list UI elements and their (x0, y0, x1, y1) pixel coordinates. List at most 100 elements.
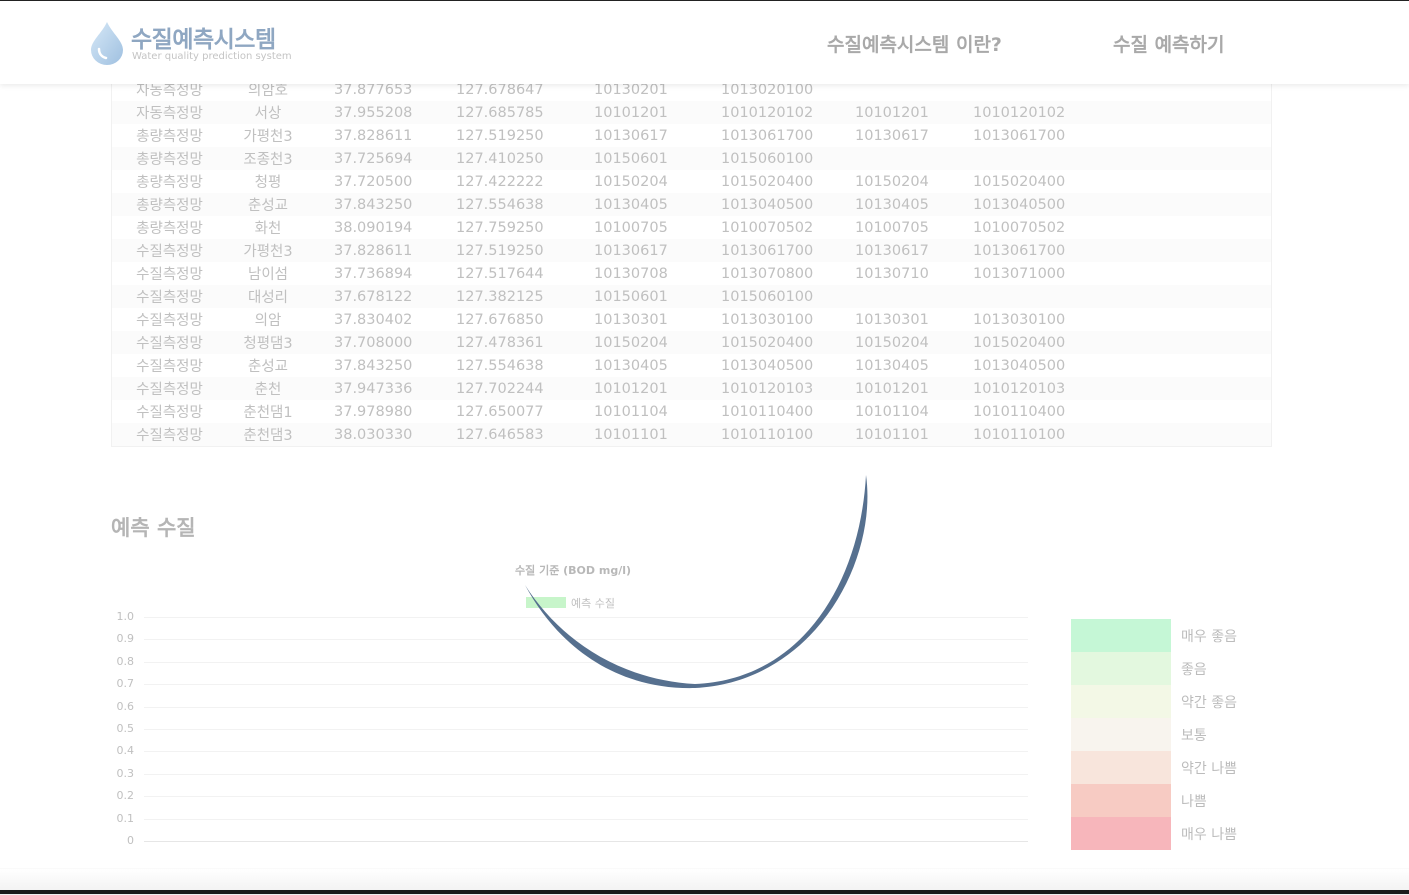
table-cell: 1013040500 (721, 193, 855, 216)
grid-line (144, 818, 1028, 820)
table-cell: 수질측정망 (112, 239, 227, 262)
grid-line (144, 617, 1028, 618)
table-cell (973, 84, 1271, 101)
table-cell: 1013030100 (973, 311, 1066, 328)
table-cell: 1013070800 (721, 265, 814, 282)
window-bottom-border (0, 890, 1409, 894)
table-cell: 37.947336 (309, 377, 456, 400)
table-cell: 127.519250 (456, 239, 594, 262)
table-cell: 1013040500 (721, 357, 814, 374)
table-row: 수질측정망 의암 37.830402 127.676850 10130301 101303… (112, 308, 1271, 331)
table-row: 총량측정망 화천 38.090194 127.759250 10100705 101007… (112, 216, 1271, 239)
table-cell: 127.478361 (456, 331, 594, 354)
table-cell: 37.830402 (334, 311, 413, 328)
table-cell: 127.650077 (456, 403, 544, 420)
table-cell: 총량측정망 (136, 221, 203, 237)
table-cell: 수질측정망 (112, 377, 227, 400)
table-cell: 10101201 (855, 377, 973, 400)
table-cell: 청평 (254, 175, 282, 191)
table-cell: 10130710 (855, 265, 929, 282)
y-tick-label: 0.7 (116, 677, 135, 691)
logo-title[interactable]: 수질예측시스템 (131, 20, 276, 54)
table-cell: 자동측정망 (112, 101, 227, 124)
table-cell: 10101104 (594, 403, 668, 420)
table-row: 총량측정망 청평 37.720500 127.422222 10150204 101502… (112, 170, 1271, 193)
table-cell: 37.678122 (309, 285, 456, 308)
grid-line (144, 639, 1028, 641)
table-cell: 127.676850 (456, 311, 544, 328)
table-cell: 10150601 (594, 147, 721, 170)
legend-label[interactable]: 예측 수질 (571, 595, 615, 611)
scale-swatch (1071, 652, 1171, 685)
table-cell: 127.554638 (456, 357, 544, 374)
table-row: 자동측정망 의암호 37.877653 127.678647 10130201 10130… (112, 84, 1271, 101)
table-cell: 10101201 (594, 377, 721, 400)
table-cell (973, 285, 1271, 308)
y-tick-label: 0.1 (116, 811, 135, 825)
table-cell: 10130405 (855, 193, 973, 216)
y-tick-label: 0.2 (116, 789, 135, 803)
window-top-border (0, 0, 1409, 1)
table-cell: 1015020400 (973, 331, 1271, 354)
table-cell: 1013040500 (973, 357, 1066, 374)
table-cell: 총량측정망 (112, 193, 227, 216)
table-cell: 1013071000 (973, 265, 1066, 282)
table-cell: 37.828611 (309, 239, 456, 262)
table-cell: 37.955208 (309, 101, 456, 124)
table-cell: 37.708000 (309, 331, 456, 354)
table-cell: 10100705 (855, 219, 929, 236)
table-cell: 수질측정망 (136, 359, 203, 375)
y-tick-label: 0 (127, 834, 134, 847)
table-cell: 10130617 (594, 127, 668, 144)
table-cell: 수질측정망 (136, 267, 203, 283)
y-tick-label: 0.5 (116, 722, 135, 735)
prediction-chart: 수질 기준 (BOD mg/l) 예측 수질 1.0 0.9 0.8 0.7 0.6 0.… (100, 555, 1040, 855)
table-cell: 10130617 (855, 239, 973, 262)
grid-line (144, 684, 1028, 686)
nav-predict[interactable]: 수질 예측하기 (1113, 30, 1225, 57)
table-cell: 127.554638 (456, 193, 594, 216)
table-cell: 춘천댐1 (243, 405, 293, 421)
y-tick-label: 0.9 (116, 632, 135, 646)
scale-swatch (1071, 784, 1171, 817)
table-cell: 대성리 (227, 285, 309, 308)
table-cell: 1010120103 (721, 377, 855, 400)
scale-swatch (1071, 619, 1171, 652)
table-cell: 1010070502 (721, 219, 814, 236)
table-cell: 총량측정망 (112, 147, 227, 170)
table-cell: 1013040500 (973, 193, 1271, 216)
table-cell: 남이섬 (247, 267, 289, 283)
table-row: 총량측정망 조종천3 37.725694 127.410250 10150601 1015… (112, 147, 1271, 170)
table-cell: 10101201 (855, 101, 973, 124)
table-cell: 127.517644 (456, 265, 544, 282)
grid-line (144, 796, 1028, 798)
table-cell: 10101104 (855, 403, 929, 420)
table-cell: 10130301 (855, 311, 929, 328)
grid-line (144, 751, 1028, 753)
table-row: 수질측정망 춘천 37.947336 127.702244 10101201 101012… (112, 377, 1271, 400)
table-cell: 127.678647 (456, 84, 544, 98)
y-tick-label: 0.3 (116, 766, 135, 780)
grid-line (144, 841, 1028, 842)
table-cell: 10130405 (855, 357, 929, 374)
table-cell: 수질측정망 (136, 313, 203, 329)
table-cell: 10130405 (594, 193, 721, 216)
table-cell: 10101101 (855, 423, 973, 446)
table-cell: 춘천댐3 (227, 423, 309, 446)
nav-about[interactable]: 수질예측시스템 이란? (827, 30, 1002, 57)
table-cell: 의암 (254, 313, 282, 329)
table-cell: 10150204 (594, 173, 668, 190)
scale-label: 약간 나쁨 (1181, 761, 1237, 777)
grid-line (144, 773, 1028, 775)
table-cell: 10130301 (594, 311, 668, 328)
scale-label: 좋음 (1181, 662, 1207, 678)
table-cell: 37.978980 (334, 403, 413, 420)
table-cell: 38.030330 (309, 423, 456, 446)
table-row: 자동측정망 서상 37.955208 127.685785 10101201 101012… (112, 101, 1271, 124)
table-cell: 127.685785 (456, 101, 594, 124)
table-cell: 수질측정망 (112, 331, 227, 354)
legend-swatch[interactable] (526, 597, 566, 608)
table-cell: 10150204 (594, 331, 721, 354)
table-cell: 1010110100 (721, 423, 855, 446)
table-row: 수질측정망 대성리 37.678122 127.382125 10150601 10150… (112, 285, 1271, 308)
